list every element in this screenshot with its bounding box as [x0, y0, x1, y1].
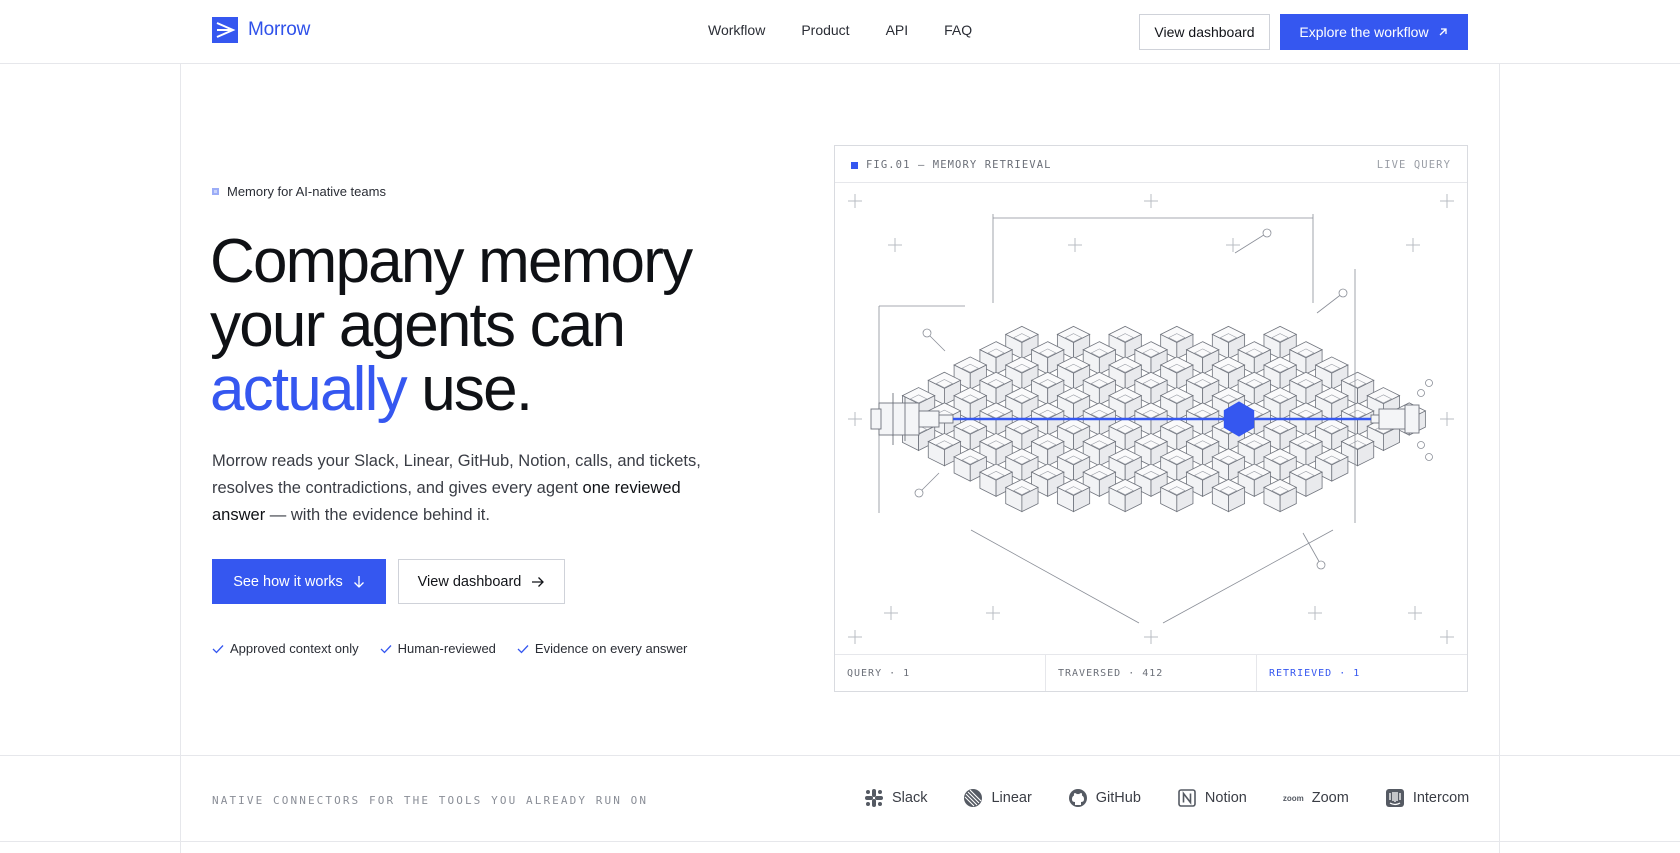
check-label: Evidence on every answer	[534, 641, 688, 656]
check-label: Approved context only	[230, 641, 359, 656]
connector-label: Zoom	[1311, 790, 1349, 806]
view-dashboard-label: View dashboard	[1154, 24, 1255, 40]
figure-square-icon	[851, 161, 858, 169]
memory-retrieval-figure: FIG.01 — MEMORY RETRIEVAL LIVE QUERY QUE…	[834, 145, 1468, 692]
notion-icon	[1178, 789, 1196, 807]
linear-icon	[964, 789, 983, 807]
figure-status: LIVE QUERY	[1376, 159, 1451, 171]
brand-logo[interactable]: Morrow	[212, 17, 310, 43]
intercom-icon	[1385, 789, 1404, 807]
connector-label: GitHub	[1095, 790, 1141, 806]
headline-accent: actually	[210, 355, 408, 424]
check-label: Human-reviewed	[397, 641, 496, 656]
headline-end: use.	[405, 355, 533, 424]
logo-icon	[212, 17, 238, 43]
zoom-icon: zoom	[1282, 793, 1304, 803]
connector-notion[interactable]: Notion	[1177, 788, 1247, 808]
figure-stats: QUERY · 1 TRAVERSED · 412 RETRIEVED · 1	[835, 654, 1467, 691]
connector-slack[interactable]: Slack	[864, 788, 927, 808]
eyebrow-square-icon	[212, 188, 219, 195]
connector-label: Notion	[1204, 790, 1247, 806]
headline-line-1: Company memory	[210, 227, 693, 296]
frame-line-right	[1499, 64, 1500, 853]
hero-description: Morrow reads your Slack, Linear, GitHub,…	[212, 448, 732, 529]
see-how-it-works-button[interactable]: See how it works	[212, 559, 386, 604]
view-dashboard-cta-label: View dashboard	[417, 573, 522, 590]
connectors-label: NATIVE CONNECTORS FOR THE TOOLS YOU ALRE…	[212, 794, 649, 807]
site-header: Morrow Workflow Product API FAQ View das…	[0, 0, 1680, 64]
nav-product[interactable]: Product	[801, 22, 849, 38]
check-icon	[517, 644, 529, 653]
nav-faq[interactable]: FAQ	[944, 22, 972, 38]
section-divider	[0, 755, 1680, 756]
hero-headline: Company memory your agents can actually …	[210, 230, 770, 422]
hero-checklist: Approved context only Human-reviewed Evi…	[212, 641, 687, 656]
check-item: Human-reviewed	[380, 641, 496, 656]
explore-workflow-label: Explore the workflow	[1299, 24, 1429, 40]
figure-title: FIG.01 — MEMORY RETRIEVAL	[851, 159, 1052, 171]
figure-title-text: FIG.01 — MEMORY RETRIEVAL	[866, 159, 1052, 171]
headline-line-2: your agents can	[210, 291, 626, 360]
connector-linear[interactable]: Linear	[963, 788, 1032, 808]
stat-traversed: TRAVERSED · 412	[1046, 655, 1257, 691]
section-divider-bottom	[0, 841, 1680, 842]
connector-intercom[interactable]: Intercom	[1385, 788, 1469, 808]
connector-label: Intercom	[1412, 790, 1470, 806]
nav-api[interactable]: API	[886, 22, 909, 38]
check-icon	[380, 644, 392, 653]
hero-eyebrow: Memory for AI-native teams	[212, 184, 386, 199]
connector-label: Slack	[892, 790, 928, 806]
explore-workflow-button[interactable]: Explore the workflow	[1280, 14, 1468, 50]
stat-query: QUERY · 1	[835, 655, 1046, 691]
stat-retrieved: RETRIEVED · 1	[1269, 668, 1361, 679]
connectors-list: Slack Linear GitHub Notion zoom Zoom Int…	[864, 788, 1469, 808]
check-icon	[212, 644, 224, 653]
check-item: Approved context only	[212, 641, 359, 656]
connector-github[interactable]: GitHub	[1068, 788, 1141, 808]
brand-name: Morrow	[248, 19, 311, 40]
frame-line-left	[180, 64, 181, 853]
connector-zoom[interactable]: zoom Zoom	[1283, 788, 1349, 808]
view-dashboard-button[interactable]: View dashboard	[398, 559, 565, 604]
lede-end: — with the evidence behind it.	[265, 506, 490, 524]
arrow-right-icon	[532, 576, 545, 587]
slack-icon	[865, 789, 883, 807]
see-how-label: See how it works	[233, 573, 343, 590]
eyebrow-text: Memory for AI-native teams	[227, 184, 386, 199]
check-item: Evidence on every answer	[517, 641, 687, 656]
main-nav: Workflow Product API FAQ	[708, 22, 972, 38]
nav-workflow[interactable]: Workflow	[708, 22, 765, 38]
arrow-down-icon	[353, 575, 364, 588]
github-icon	[1068, 789, 1087, 807]
arrow-up-right-icon	[1439, 28, 1447, 36]
memory-lattice-illustration	[848, 194, 1454, 644]
connector-label: Linear	[991, 790, 1032, 806]
figure-header: FIG.01 — MEMORY RETRIEVAL LIVE QUERY	[835, 146, 1467, 183]
view-dashboard-header-button[interactable]: View dashboard	[1139, 14, 1270, 50]
